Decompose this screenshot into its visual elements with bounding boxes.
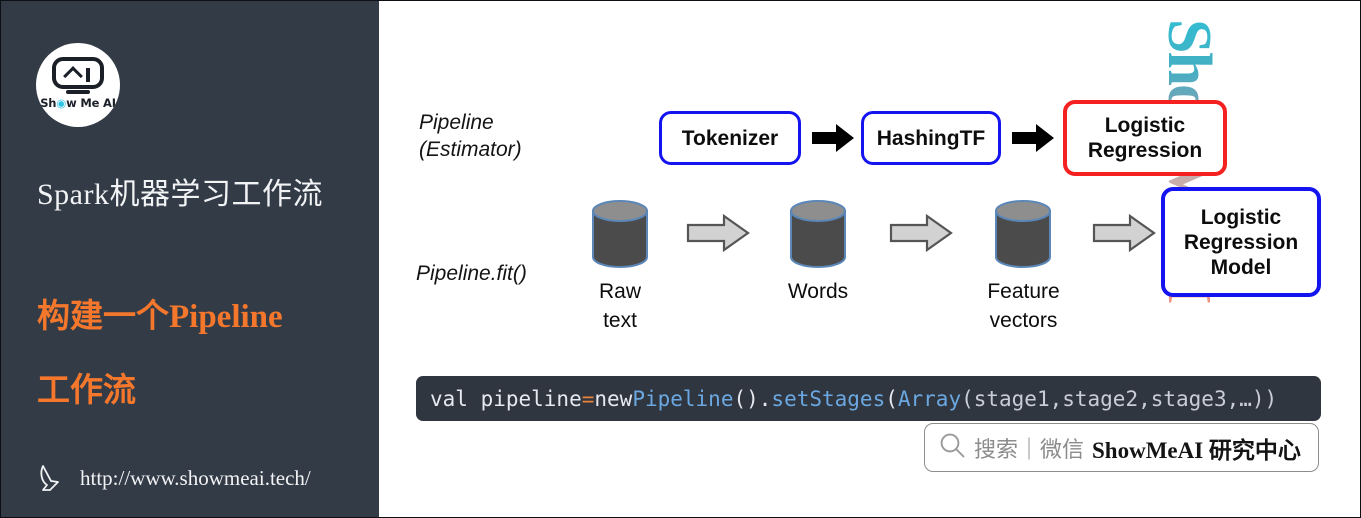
label-pipeline-estimator: Pipeline (Estimator) (419, 111, 522, 161)
logo-text-post: w Me AI (66, 96, 116, 110)
arrow-right-solid-icon (1011, 121, 1055, 155)
code-token: () (733, 386, 759, 411)
caret-glyph-icon (63, 66, 83, 86)
wechat-search-bar[interactable]: 搜索｜微信 ShowMeAI 研究中心 (924, 423, 1319, 472)
arrow-right-outline-icon (1092, 213, 1156, 253)
stage-box-hashingtf[interactable]: HashingTF (861, 111, 1001, 165)
show-me-ai-logo: Sh◉w Me AI (36, 43, 120, 127)
code-snippet-bar: val pipeline = new Pipeline(). setStages(… (416, 376, 1321, 421)
subtitle-line-1: 构建一个Pipeline (37, 299, 283, 335)
stage-box-logistic-regression-model[interactable]: Logistic Regression Model (1161, 187, 1321, 297)
database-cylinder-icon (591, 200, 649, 268)
page-title: Spark机器学习工作流 (37, 178, 323, 211)
code-token: setStages (771, 386, 886, 411)
database-cylinder-icon (789, 200, 847, 268)
caption-raw-text: Raw text (598, 280, 641, 332)
site-url-text: http://www.showmeai.tech/ (80, 465, 311, 490)
arrow-right-solid-icon (811, 121, 855, 155)
sidebar: Sh◉w Me AI Spark机器学习工作流 构建一个Pipeline 工作流… (1, 1, 379, 517)
code-token: val pipeline (430, 386, 582, 411)
code-token: = (581, 386, 595, 411)
caption-feature-vectors: Feature vectors (987, 280, 1060, 332)
logo-text-pre: Sh (40, 96, 57, 110)
pointer-cursor-icon (39, 463, 67, 493)
search-icon (939, 432, 966, 464)
subtitle-line-2: 工作流 (37, 373, 136, 409)
code-token: Array (897, 386, 962, 411)
logo-wordmark: Sh◉w Me AI (36, 96, 120, 110)
logo-eye-icon: ◉ (56, 96, 67, 110)
stage-box-logistic-regression[interactable]: Logistic Regression (1063, 100, 1227, 176)
database-cylinder-icon (994, 200, 1052, 268)
code-token: . (758, 386, 772, 411)
site-url-row[interactable]: http://www.showmeai.tech/ (39, 463, 311, 493)
code-token: new (594, 386, 633, 411)
search-brand-text: ShowMeAI 研究中心 (1092, 437, 1301, 463)
label-pipeline-fit: Pipeline.fit() (416, 262, 527, 285)
slide-root: Sh◉w Me AI Spark机器学习工作流 构建一个Pipeline 工作流… (0, 0, 1361, 518)
arrow-right-outline-icon (686, 213, 750, 253)
bar-glyph-icon (86, 68, 90, 82)
caption-words: Words (787, 280, 849, 303)
code-token: (stage1,stage2,stage3,…)) (961, 386, 1278, 411)
code-token: ( (885, 386, 898, 411)
robot-stand-icon (66, 90, 90, 94)
stage-box-tokenizer[interactable]: Tokenizer (659, 111, 801, 165)
robot-screen-icon (52, 57, 104, 89)
code-token: Pipeline (632, 386, 734, 411)
arrow-right-outline-icon (889, 213, 953, 253)
diagram-canvas: ShowMeAI Pipeline (Estimator) Pipeline.f… (379, 1, 1360, 517)
search-placeholder-text: 搜索｜微信 (974, 436, 1085, 462)
